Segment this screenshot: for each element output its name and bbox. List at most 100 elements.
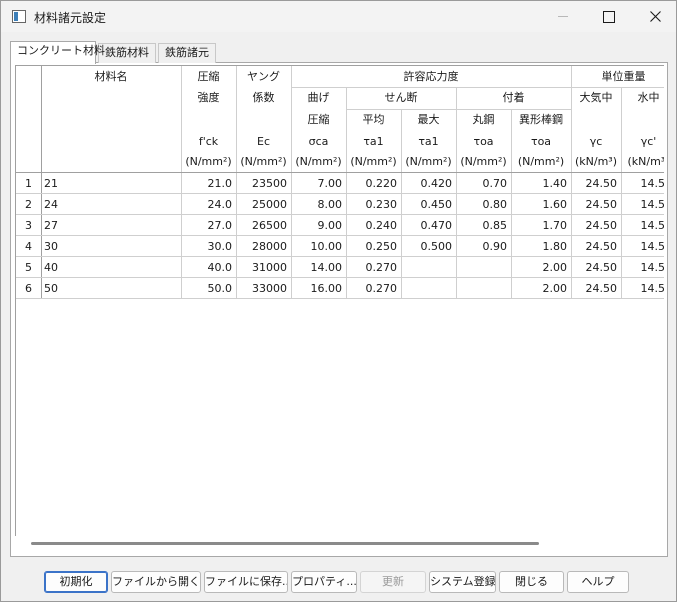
table-cell-weight_air[interactable]: 24.50 (571, 278, 621, 299)
table-cell-shear_max[interactable]: 0.470 (401, 215, 456, 236)
help-button[interactable]: ヘルプ (567, 571, 629, 593)
table-cell-young[interactable]: 25000 (236, 194, 291, 215)
tab-rebar-material[interactable]: 鉄筋材料 (98, 43, 156, 63)
column-header-weight_air-line-4: (kN/m³) (574, 155, 617, 168)
table-cell-young[interactable]: 23500 (236, 173, 291, 194)
table-cell-bond_round[interactable]: 0.80 (456, 194, 511, 215)
table-cell-bond_deformed[interactable]: 2.00 (511, 257, 571, 278)
table-cell-bond_round[interactable] (456, 257, 511, 278)
window-title: 材料諸元設定 (34, 11, 107, 25)
column-header-bond_round-line-3: τoa (473, 135, 494, 148)
table-cell-strength[interactable]: 50.0 (181, 278, 236, 299)
column-header-strength-line-4: (N/mm²) (185, 155, 232, 168)
column-header-shear_max-line-2: 最大 (417, 113, 440, 126)
table-cell-name[interactable]: 30 (41, 236, 181, 257)
column-header-bond_deformed-line-2: 異形棒鋼 (519, 113, 563, 126)
tab-concrete-material[interactable]: コンクリート材料 (10, 41, 105, 64)
properties-button[interactable]: プロパティ... (291, 571, 357, 593)
close-window-button[interactable] (632, 1, 677, 32)
table-cell-bending[interactable]: 9.00 (291, 215, 346, 236)
table-cell-bond_deformed[interactable]: 1.70 (511, 215, 571, 236)
table-cell-weight_air[interactable]: 24.50 (571, 215, 621, 236)
table-cell-shear_avg[interactable]: 0.230 (346, 194, 401, 215)
table-cell-young[interactable]: 28000 (236, 236, 291, 257)
row-number: 3 (25, 219, 32, 232)
table-cell-shear_max[interactable]: 0.420 (401, 173, 456, 194)
table-cell-bond_deformed[interactable]: 2.00 (511, 278, 571, 299)
update-button[interactable]: 更新 (360, 571, 426, 593)
column-header-strength-line-1: 強度 (197, 91, 220, 104)
table-cell-weight_air[interactable]: 24.50 (571, 194, 621, 215)
table-cell-bending[interactable]: 16.00 (291, 278, 346, 299)
table-cell-weight_water[interactable]: 14.50 (621, 215, 665, 236)
column-header-bond_deformed-line-3: τoa (530, 135, 552, 148)
table-cell-shear_max[interactable]: 0.500 (401, 236, 456, 257)
table-cell-bending[interactable]: 14.00 (291, 257, 346, 278)
table-cell-strength[interactable]: 21.0 (181, 173, 236, 194)
table-cell-strength[interactable]: 27.0 (181, 215, 236, 236)
table-cell-name[interactable]: 50 (41, 278, 181, 299)
table-cell-bending[interactable]: 8.00 (291, 194, 346, 215)
table-cell-shear_avg[interactable]: 0.270 (346, 257, 401, 278)
maximize-button[interactable] (586, 1, 632, 32)
group-header-bond: 付着 (502, 91, 525, 104)
horizontal-scrollbar[interactable] (15, 536, 664, 551)
column-header-weight_water-line-1: 水中 (637, 91, 660, 104)
table-cell-bending[interactable]: 10.00 (291, 236, 346, 257)
init-button[interactable]: 初期化 (44, 571, 108, 593)
column-header-bond_round-line-2: 丸鋼 (472, 113, 495, 126)
table-cell-shear_max[interactable] (401, 257, 456, 278)
row-number: 1 (25, 177, 32, 190)
table-cell-shear_max[interactable] (401, 278, 456, 299)
table-cell-bond_round[interactable]: 0.70 (456, 173, 511, 194)
table-cell-strength[interactable]: 30.0 (181, 236, 236, 257)
table-cell-name[interactable]: 27 (41, 215, 181, 236)
table-cell-bond_deformed[interactable]: 1.60 (511, 194, 571, 215)
material-settings-window: 材料諸元設定 コンクリート材料 鉄筋材料 鉄筋諸元 許容応力度 単位重量 せん断 付着… (0, 0, 677, 602)
table-cell-weight_water[interactable]: 14.50 (621, 194, 665, 215)
table-cell-bond_deformed[interactable]: 1.80 (511, 236, 571, 257)
table-cell-shear_avg[interactable]: 0.220 (346, 173, 401, 194)
table-cell-shear_avg[interactable]: 0.270 (346, 278, 401, 299)
tab-rebar-specs[interactable]: 鉄筋諸元 (158, 43, 216, 63)
column-header-young-line-4: (N/mm²) (240, 155, 287, 168)
column-header-shear_avg-line-3: τa1 (363, 135, 384, 148)
table-cell-young[interactable]: 31000 (236, 257, 291, 278)
table-cell-weight_water[interactable]: 14.50 (621, 257, 665, 278)
table-cell-bond_round[interactable]: 0.90 (456, 236, 511, 257)
table-cell-name[interactable]: 40 (41, 257, 181, 278)
column-header-shear_max-line-4: (N/mm²) (405, 155, 452, 168)
table-cell-strength[interactable]: 24.0 (181, 194, 236, 215)
close-button[interactable]: 閉じる (499, 571, 564, 593)
row-number: 6 (25, 282, 32, 295)
table-cell-bond_round[interactable]: 0.85 (456, 215, 511, 236)
table-cell-weight_water[interactable]: 14.50 (621, 173, 665, 194)
column-header-bending-line-4: (N/mm²) (295, 155, 342, 168)
table-cell-bending[interactable]: 7.00 (291, 173, 346, 194)
column-header-weight_water-line-4: (kN/m³) (627, 155, 664, 168)
table-cell-weight_air[interactable]: 24.50 (571, 236, 621, 257)
table-cell-weight_air[interactable]: 24.50 (571, 257, 621, 278)
table-cell-weight_water[interactable]: 14.50 (621, 236, 665, 257)
table-cell-weight_air[interactable]: 24.50 (571, 173, 621, 194)
table-cell-name[interactable]: 24 (41, 194, 181, 215)
table-cell-bond_round[interactable] (456, 278, 511, 299)
table-cell-name[interactable]: 21 (41, 173, 181, 194)
minimize-button[interactable] (540, 1, 586, 32)
table-cell-shear_avg[interactable]: 0.250 (346, 236, 401, 257)
table-cell-shear_avg[interactable]: 0.240 (346, 215, 401, 236)
save-file-button[interactable]: ファイルに保存... (204, 571, 288, 593)
table-cell-bond_deformed[interactable]: 1.40 (511, 173, 571, 194)
table-cell-strength[interactable]: 40.0 (181, 257, 236, 278)
table-cell-young[interactable]: 33000 (236, 278, 291, 299)
group-header-allowable-stress: 許容応力度 (403, 70, 459, 83)
app-icon (12, 10, 26, 23)
column-header-bond_deformed-line-4: (N/mm²) (517, 155, 565, 168)
horizontal-scrollbar-thumb[interactable] (31, 542, 539, 545)
system-register-button[interactable]: システム登録 (429, 571, 496, 593)
table-cell-weight_water[interactable]: 14.50 (621, 278, 665, 299)
open-file-button[interactable]: ファイルから開く... (111, 571, 201, 593)
table-cell-young[interactable]: 26500 (236, 215, 291, 236)
table-cell-shear_max[interactable]: 0.450 (401, 194, 456, 215)
material-table[interactable]: 許容応力度 単位重量 せん断 付着 材料名 圧縮 強度 f'ck (N/mm²) ヤング 係数 Ec(… (15, 65, 664, 539)
